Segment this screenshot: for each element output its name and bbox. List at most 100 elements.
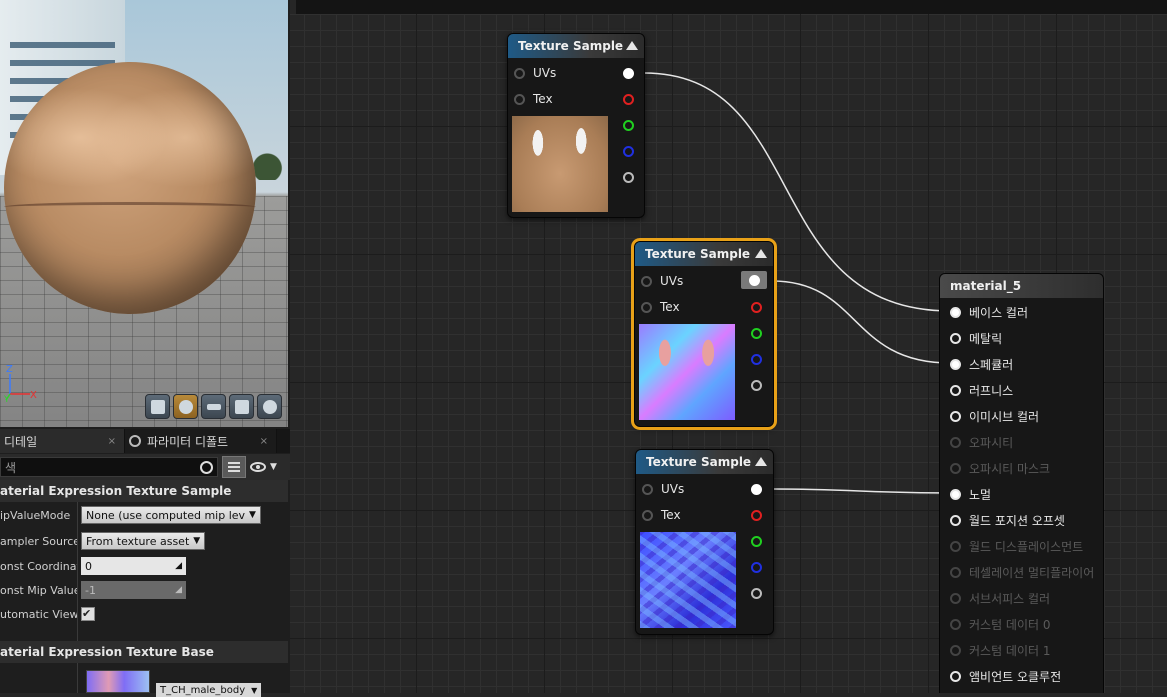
input-pin-icon[interactable] [950, 514, 961, 526]
input-uvs[interactable]: UVs [641, 271, 683, 291]
tab-parameter-defaults-close-icon[interactable]: × [260, 436, 268, 447]
input-uvs[interactable]: UVs [642, 479, 684, 499]
texture-sample-node-1[interactable]: Texture Sample UVs Tex [507, 33, 645, 218]
preview-viewport[interactable]: Z X Y [0, 0, 288, 427]
texture-sample-node-2[interactable]: Texture Sample UVs Tex [631, 238, 777, 430]
input-pin-icon[interactable] [950, 384, 961, 396]
node-header[interactable]: Texture Sample [508, 34, 644, 58]
output-g-pin-icon[interactable] [751, 536, 762, 547]
result-input-row[interactable]: 오파시티 마스크 [950, 458, 1050, 478]
result-input-row[interactable]: 메탈릭 [950, 328, 1002, 348]
result-input-row[interactable]: 커스텀 데이터 0 [950, 614, 1051, 634]
tab-parameter-defaults[interactable]: 파라미터 디폴트 × [125, 429, 277, 453]
input-tex[interactable]: Tex [514, 89, 553, 109]
const-mip-value-input[interactable]: -1 ◢ [81, 581, 186, 599]
input-tex[interactable]: Tex [642, 505, 681, 525]
input-pin-icon[interactable] [950, 436, 961, 448]
result-input-label: 러프니스 [969, 383, 1014, 398]
input-pin-icon[interactable] [950, 644, 961, 656]
texture-thumbnail[interactable] [86, 670, 150, 693]
output-a-pin-icon[interactable] [751, 380, 762, 391]
output-b-pin-icon[interactable] [751, 354, 762, 365]
input-pin-icon[interactable] [950, 566, 961, 578]
tab-details-close-icon[interactable]: × [108, 436, 116, 447]
input-pin-icon[interactable] [950, 618, 961, 630]
result-input-row[interactable]: 노멀 [950, 484, 991, 504]
input-pin-icon[interactable] [950, 358, 961, 370]
preview-cylinder-button[interactable] [145, 394, 170, 419]
input-pin-icon[interactable] [950, 332, 961, 344]
eye-icon[interactable] [250, 462, 266, 472]
section-texture-sample-title: aterial Expression Texture Sample [0, 484, 232, 498]
result-input-row[interactable]: 서브서피스 컬러 [950, 588, 1050, 608]
collapse-arrow-icon[interactable] [626, 41, 638, 50]
search-icon[interactable] [200, 460, 213, 474]
input-pin-icon[interactable] [950, 306, 961, 318]
preview-cube-button[interactable] [229, 394, 254, 419]
input-tex[interactable]: Tex [641, 297, 680, 317]
material-result-node[interactable]: material_5 베이스 컬러메탈릭스페큘러러프니스이미시브 컬러오파시티오… [939, 273, 1104, 693]
output-r-pin-icon[interactable] [751, 302, 762, 313]
input-pin-icon[interactable] [642, 483, 653, 495]
view-options-button[interactable] [222, 456, 246, 478]
collapse-arrow-icon[interactable] [755, 457, 767, 466]
result-input-row[interactable]: 테셀레이션 멀티플라이어 [950, 562, 1094, 582]
tab-details[interactable]: 디테일 × [0, 429, 125, 453]
output-rgb-pin-icon[interactable] [751, 484, 762, 495]
output-b-pin-icon[interactable] [751, 562, 762, 573]
output-b-pin-icon[interactable] [623, 146, 634, 157]
collapse-arrow-icon[interactable] [755, 249, 767, 258]
output-rgb-pin-icon[interactable] [749, 275, 760, 286]
result-input-row[interactable]: 베이스 컬러 [950, 302, 1028, 322]
result-input-row[interactable]: 커스텀 데이터 1 [950, 640, 1051, 660]
input-pin-icon[interactable] [950, 540, 961, 552]
result-input-row[interactable]: 스페큘러 [950, 354, 1013, 374]
result-input-row[interactable]: 앰비언트 오클루전 [950, 666, 1061, 686]
texture-sample-node-3[interactable]: Texture Sample UVs Tex [635, 449, 774, 635]
automatic-view-mip-checkbox[interactable]: ✔ [81, 607, 95, 621]
props-divider[interactable] [77, 502, 78, 693]
output-a-pin-icon[interactable] [751, 588, 762, 599]
node-header[interactable]: Texture Sample [636, 450, 773, 474]
preview-plane-button[interactable] [201, 394, 226, 419]
result-input-row[interactable]: 오파시티 [950, 432, 1013, 452]
output-r-pin-icon[interactable] [751, 510, 762, 521]
left-panel: Z X Y 디테일 × 파라미터 디폴트 × 색 ▼ aterial Expre… [0, 0, 290, 697]
output-rgb-pin-icon[interactable] [623, 68, 634, 79]
output-g-pin-icon[interactable] [623, 120, 634, 131]
output-r-pin-icon[interactable] [623, 94, 634, 105]
input-pin-icon[interactable] [950, 670, 961, 682]
preview-custom-mesh-button[interactable] [257, 394, 282, 419]
section-texture-sample[interactable]: aterial Expression Texture Sample [0, 480, 288, 502]
chevron-down-icon[interactable]: ▼ [270, 462, 277, 472]
input-pin-icon[interactable] [950, 592, 961, 604]
input-pin-icon[interactable] [950, 410, 961, 422]
const-coordinate-input[interactable]: 0 ◢ [81, 557, 186, 575]
input-pin-icon[interactable] [641, 301, 652, 313]
input-pin-icon[interactable] [950, 488, 961, 500]
input-pin-icon[interactable] [641, 275, 652, 287]
preview-sphere-button[interactable] [173, 394, 198, 419]
result-input-row[interactable]: 러프니스 [950, 380, 1013, 400]
output-g-pin-icon[interactable] [751, 328, 762, 339]
material-graph[interactable]: Texture Sample UVs Tex Texture Sample UV… [290, 0, 1167, 693]
sphere-icon [178, 399, 193, 414]
input-pin-icon[interactable] [642, 509, 653, 521]
input-pin-icon[interactable] [950, 462, 961, 474]
result-input-row[interactable]: 이미시브 컬러 [950, 406, 1039, 426]
axis-x-label: X [30, 390, 37, 401]
details-search-input[interactable]: 색 [0, 457, 218, 477]
result-input-row[interactable]: 월드 디스플레이스먼트 [950, 536, 1083, 556]
input-pin-icon[interactable] [514, 93, 525, 105]
node-header[interactable]: Texture Sample [635, 242, 773, 266]
texture-asset-dropdown[interactable]: T_CH_male_body ▼ [156, 683, 262, 697]
result-node-header[interactable]: material_5 [940, 274, 1103, 298]
section-texture-base[interactable]: aterial Expression Texture Base [0, 641, 288, 663]
mip-value-mode-dropdown[interactable]: None (use computed mip lev ▼ [81, 506, 261, 524]
input-pin-icon[interactable] [514, 67, 525, 79]
input-uvs[interactable]: UVs [514, 63, 556, 83]
plane-icon [206, 403, 221, 410]
result-input-row[interactable]: 월드 포지션 오프셋 [950, 510, 1065, 530]
output-a-pin-icon[interactable] [623, 172, 634, 183]
sampler-source-dropdown[interactable]: From texture asset ▼ [81, 532, 206, 550]
